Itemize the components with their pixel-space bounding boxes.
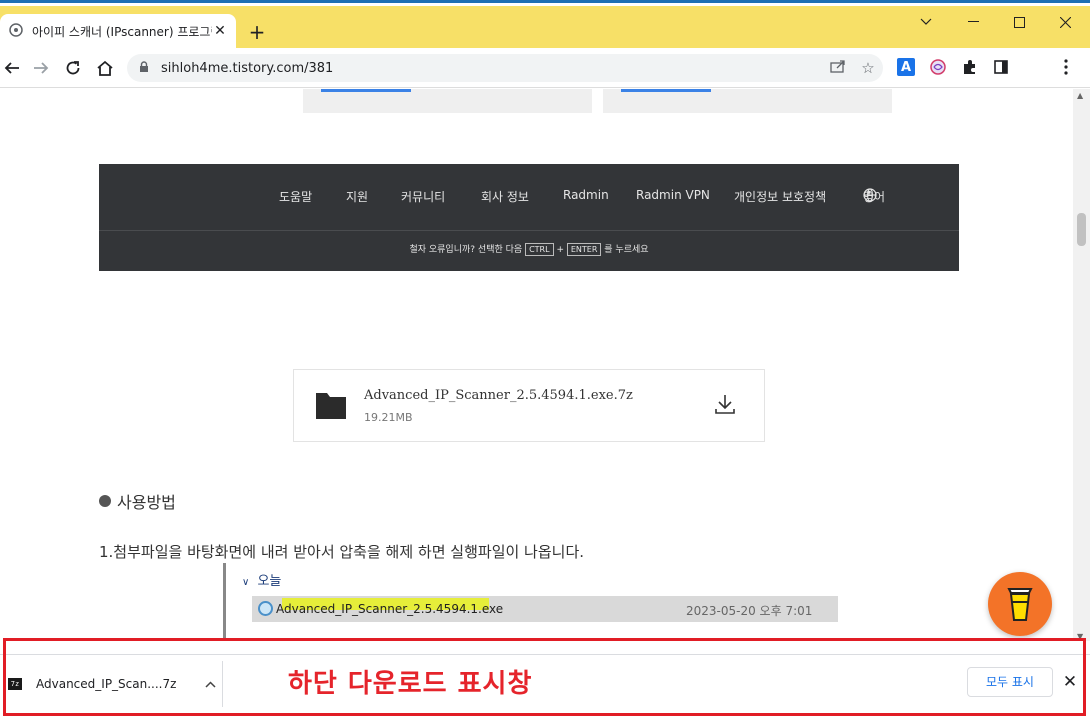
annotation-label: 하단 다운로드 표시창 bbox=[288, 669, 533, 699]
tab-title: 아이피 스캐너 (IPscanner) 프로그램 bbox=[32, 24, 212, 39]
footer-link-radmin[interactable]: Radmin bbox=[563, 188, 609, 202]
section-heading-text: 사용방법 bbox=[117, 493, 176, 512]
folder-icon bbox=[316, 393, 346, 419]
show-all-button[interactable]: 모두 표시 bbox=[967, 667, 1053, 697]
globe-icon bbox=[8, 23, 24, 39]
chevron-down-icon: ∨ bbox=[242, 577, 250, 588]
tab-strip: 아이피 스캐너 (IPscanner) 프로그램 ✕ + bbox=[0, 6, 1090, 48]
section-heading: 사용방법 bbox=[99, 489, 176, 513]
hint-text-before: 철자 오류입니까? 선택한 다음 bbox=[409, 245, 523, 255]
extension-badge-icon[interactable] bbox=[929, 58, 947, 76]
ad-card-right[interactable] bbox=[603, 89, 892, 113]
tab-active[interactable]: 아이피 스캐너 (IPscanner) 프로그램 ✕ bbox=[0, 14, 236, 48]
page-viewport: 도움말 지원 커뮤니티 회사 정보 Radmin Radmin VPN 개인정보… bbox=[0, 89, 1073, 639]
scroll-down-icon[interactable]: ▼ bbox=[1077, 632, 1083, 641]
url-text: sihloh4me.tistory.com/381 bbox=[161, 60, 334, 76]
key-enter: ENTER bbox=[566, 243, 602, 256]
hint-text-after: 를 누르세요 bbox=[604, 245, 649, 255]
footer-divider bbox=[99, 230, 959, 231]
home-icon[interactable] bbox=[93, 56, 117, 80]
kebab-menu-icon[interactable] bbox=[1057, 58, 1075, 76]
explorer-file-name: Advanced_IP_Scanner_2.5.4594.1.exe bbox=[276, 602, 504, 616]
key-plus: + bbox=[556, 245, 564, 255]
instruction-paragraph: 1.첨부파일을 바탕화면에 내려 받아서 압축을 해제 하면 실행파일이 나옵니… bbox=[99, 543, 585, 561]
app-icon bbox=[258, 601, 273, 616]
spelling-hint: 철자 오류입니까? 선택한 다음 CTRL + ENTER 를 누르세요 bbox=[99, 242, 959, 256]
attachment-size: 19.21MB bbox=[364, 411, 413, 424]
explorer-file-row: Advanced_IP_Scanner_2.5.4594.1.exe 2023-… bbox=[252, 596, 838, 622]
reload-icon[interactable] bbox=[61, 56, 85, 80]
chevron-up-icon[interactable] bbox=[202, 677, 218, 691]
scroll-thumb[interactable] bbox=[1077, 213, 1086, 246]
footer-link-community[interactable]: 커뮤니티 bbox=[401, 188, 445, 205]
key-ctrl: CTRL bbox=[525, 243, 554, 256]
explorer-screenshot: ∨ 오늘 Advanced_IP_Scanner_2.5.4594.1.exe … bbox=[223, 563, 843, 639]
footer-link-help[interactable]: 도움말 bbox=[279, 188, 312, 205]
forward-arrow-icon[interactable] bbox=[29, 56, 53, 80]
close-icon[interactable]: ✕ bbox=[1062, 672, 1078, 692]
download-item[interactable]: 7z Advanced_IP_Scan....7z bbox=[8, 673, 218, 695]
footer-nav: 도움말 지원 커뮤니티 회사 정보 Radmin Radmin VPN 개인정보… bbox=[99, 188, 959, 208]
puzzle-icon[interactable] bbox=[961, 58, 979, 76]
star-icon[interactable]: ☆ bbox=[853, 59, 883, 77]
maximize-button[interactable] bbox=[996, 6, 1042, 38]
explorer-group-header: ∨ 오늘 bbox=[242, 570, 281, 589]
browser-window: 아이피 스캐너 (IPscanner) 프로그램 ✕ + sihloh4me.t… bbox=[0, 0, 1090, 720]
translate-icon[interactable]: A bbox=[897, 58, 915, 76]
explorer-group-label: 오늘 bbox=[257, 574, 282, 589]
address-bar[interactable]: sihloh4me.tistory.com/381 ☆ bbox=[127, 54, 883, 82]
back-arrow-icon[interactable] bbox=[0, 56, 24, 80]
footer-link-support[interactable]: 지원 bbox=[346, 188, 368, 205]
attachment-card[interactable]: Advanced_IP_Scanner_2.5.4594.1.exe.7z 19… bbox=[293, 369, 765, 442]
download-icon[interactable] bbox=[713, 392, 737, 416]
side-panel-icon[interactable] bbox=[992, 58, 1010, 76]
shelf-divider bbox=[222, 661, 223, 707]
footer-link-privacy[interactable]: 개인정보 보호정책 bbox=[734, 188, 826, 205]
download-item-name: Advanced_IP_Scan....7z bbox=[36, 677, 177, 691]
scroll-up-icon[interactable]: ▲ bbox=[1077, 91, 1083, 100]
minimize-button[interactable] bbox=[950, 6, 996, 38]
language-selector[interactable]: 영어 ▾ bbox=[863, 188, 885, 204]
browser-toolbar: sihloh4me.tistory.com/381 ☆ A bbox=[0, 48, 1090, 88]
ad-card-left[interactable] bbox=[303, 89, 592, 113]
ad-button-bar[interactable] bbox=[321, 89, 411, 92]
attachment-name[interactable]: Advanced_IP_Scanner_2.5.4594.1.exe.7z bbox=[364, 388, 633, 403]
chevron-down-icon[interactable] bbox=[903, 6, 949, 38]
close-icon[interactable]: ✕ bbox=[212, 23, 228, 39]
download-shelf: 7z Advanced_IP_Scan....7z 하단 다운로드 표시창 모두… bbox=[0, 654, 1090, 720]
coffee-cup-icon bbox=[1007, 588, 1033, 621]
footer-link-radmin-vpn[interactable]: Radmin VPN bbox=[636, 188, 710, 202]
ad-button-bar[interactable] bbox=[621, 89, 711, 92]
caret-down-icon: ▾ bbox=[867, 188, 872, 197]
embedded-site-footer: 도움말 지원 커뮤니티 회사 정보 Radmin Radmin VPN 개인정보… bbox=[99, 164, 959, 271]
archive-file-icon: 7z bbox=[8, 678, 22, 690]
share-icon[interactable] bbox=[823, 59, 853, 77]
window-close-button[interactable] bbox=[1042, 6, 1088, 38]
page-scrollbar[interactable]: ▲ ▼ bbox=[1073, 89, 1090, 641]
footer-link-company[interactable]: 회사 정보 bbox=[481, 188, 529, 205]
coffee-cup-button[interactable] bbox=[988, 572, 1052, 636]
bullet-dot-icon bbox=[99, 495, 111, 507]
explorer-file-date: 2023-05-20 오후 7:01 bbox=[686, 604, 813, 618]
lock-icon[interactable] bbox=[139, 60, 153, 76]
plus-icon[interactable]: + bbox=[246, 22, 268, 44]
